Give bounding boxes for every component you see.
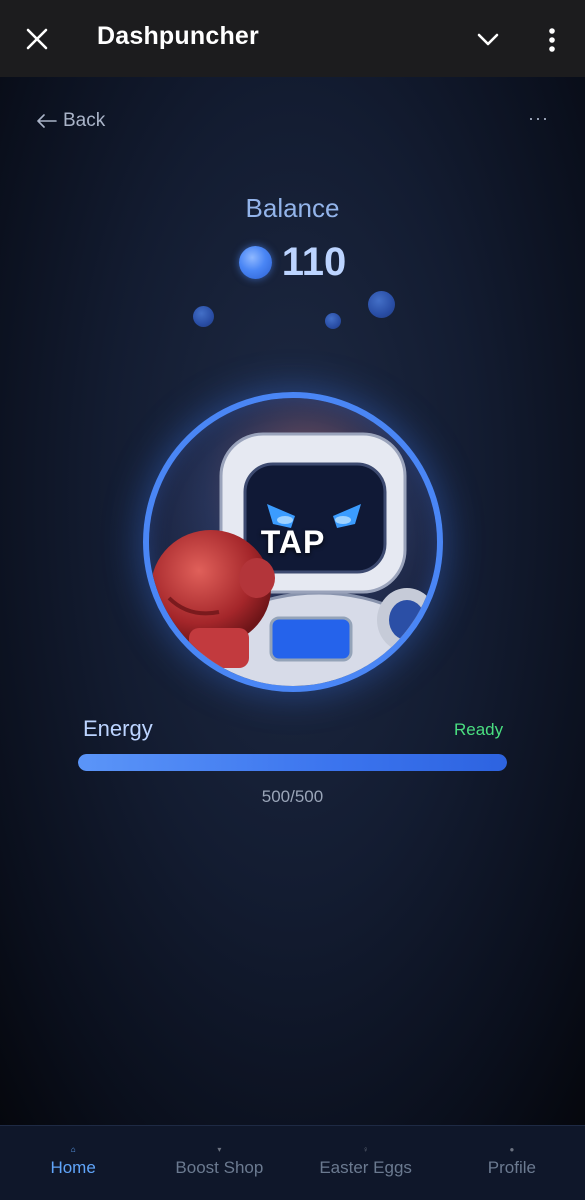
kebab-menu-icon: [549, 28, 555, 52]
energy-count: 500/500: [261, 787, 324, 806]
tap-button[interactable]: TAP: [143, 392, 443, 692]
egg-icon: ♀: [362, 1145, 369, 1154]
back-label: Back: [63, 110, 106, 131]
tap-label: TAP: [260, 523, 326, 560]
coin-icon: [238, 246, 272, 279]
menu-button[interactable]: [540, 24, 564, 56]
home-icon: ⌂: [70, 1145, 76, 1154]
balance-label: Balance: [245, 193, 340, 223]
balance-value: 110: [281, 240, 347, 284]
app-top-bar: Dashpuncher: [0, 0, 585, 77]
floating-coin-bubble: [368, 291, 395, 318]
bottom-nav: ⌂ Home ▾ Boost Shop ♀ Easter Eggs ● Prof…: [0, 1125, 585, 1200]
energy-label: Energy: [83, 716, 153, 741]
floating-coin-bubble: [325, 313, 341, 329]
nav-easter-eggs-label: Easter Eggs: [319, 1158, 412, 1177]
arrow-left-icon: [37, 114, 57, 128]
nav-profile-label: Profile: [487, 1158, 536, 1177]
nav-easter-eggs[interactable]: ♀ Easter Eggs: [293, 1126, 439, 1200]
balance-display: 110: [0, 240, 585, 285]
chevron-down-icon: [477, 33, 499, 46]
close-icon: [26, 28, 48, 50]
energy-progress-fill: [78, 754, 507, 771]
nav-home-label: Home: [50, 1158, 96, 1177]
app-title: Dashpuncher: [97, 22, 259, 50]
nav-boost-shop-label: Boost Shop: [175, 1158, 264, 1177]
floating-coin-bubble: [193, 306, 214, 327]
close-button[interactable]: [22, 24, 52, 54]
profile-icon: ●: [509, 1145, 515, 1154]
nav-profile[interactable]: ● Profile: [439, 1126, 585, 1200]
more-options-button[interactable]: ···: [528, 108, 549, 129]
collapse-button[interactable]: [472, 24, 504, 56]
energy-progress-bar: [78, 754, 507, 771]
nav-boost-shop[interactable]: ▾ Boost Shop: [146, 1126, 292, 1200]
back-button[interactable]: Back: [37, 110, 105, 132]
nav-home[interactable]: ⌂ Home: [0, 1126, 146, 1200]
cart-icon: ▾: [217, 1145, 222, 1154]
energy-status: Ready: [454, 720, 504, 739]
